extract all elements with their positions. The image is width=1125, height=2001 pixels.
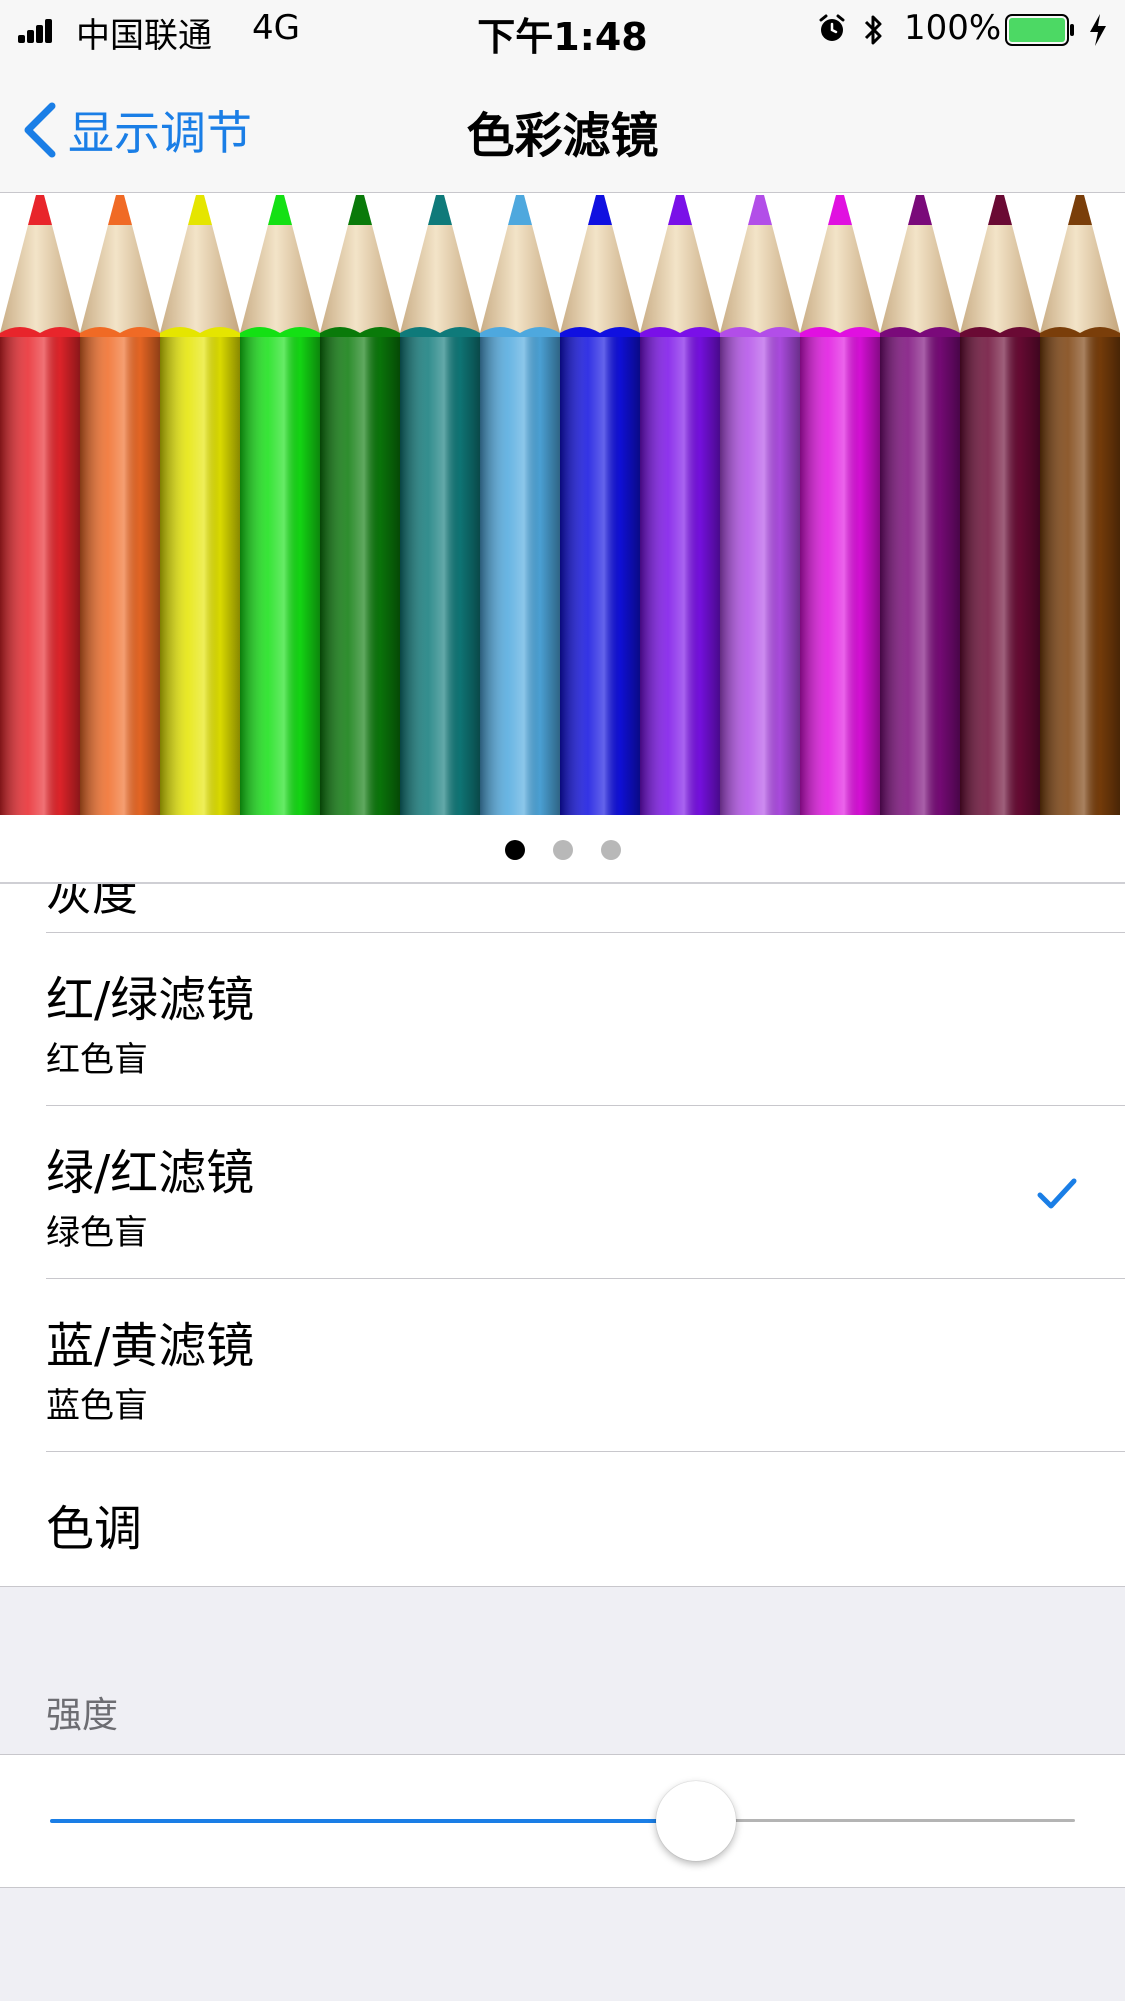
pencil — [560, 195, 640, 815]
status-bar: 中国联通 4G 下午1:48 100% — [0, 0, 1125, 60]
separator — [46, 932, 1125, 933]
pencil — [400, 195, 480, 815]
charging-bolt-icon — [1090, 14, 1106, 46]
pencil — [160, 195, 240, 815]
page-title: 色彩滤镜 — [466, 108, 659, 164]
color-pencils-image — [0, 195, 1120, 815]
list-item-title: 色调 — [46, 1501, 143, 1557]
pencil — [480, 195, 560, 815]
pencil — [720, 195, 800, 815]
intensity-slider-cell — [0, 1754, 1125, 1888]
page-dot[interactable] — [552, 840, 573, 860]
page-dot[interactable] — [504, 840, 525, 860]
list-item-color-tint[interactable]: 色调 — [0, 1451, 1125, 1586]
pencil — [1040, 195, 1120, 815]
checkmark-icon — [1037, 1178, 1077, 1209]
section-header-intensity: 强度 — [46, 1695, 119, 1736]
page-control[interactable] — [0, 815, 1125, 884]
navigation-bar: 显示调节 色彩滤镜 — [0, 60, 1125, 193]
list-item-subtitle: 蓝色盲 — [46, 1386, 148, 1426]
alarm-icon — [819, 14, 845, 41]
pencil — [880, 195, 960, 815]
list-item-tritanopia[interactable]: 蓝/黄滤镜 蓝色盲 — [0, 1278, 1125, 1451]
battery-percentage: 100% — [904, 8, 1002, 48]
intensity-slider-thumb[interactable] — [655, 1781, 736, 1861]
pencil — [0, 195, 80, 815]
battery-icon — [1005, 14, 1074, 46]
separator — [46, 1278, 1125, 1279]
color-pencils-preview[interactable] — [0, 193, 1125, 815]
list-item-title: 红/绿滤镜 — [46, 972, 255, 1028]
bluetooth-icon — [864, 15, 882, 45]
pencil — [640, 195, 720, 815]
list-item-subtitle: 绿色盲 — [46, 1213, 148, 1253]
pencil — [320, 195, 400, 815]
page-dot[interactable] — [600, 840, 621, 860]
pencil — [800, 195, 880, 815]
list-item-title: 绿/红滤镜 — [46, 1145, 255, 1201]
separator — [46, 1105, 1125, 1106]
list-item-grayscale-partial[interactable]: 灰度 — [46, 884, 138, 924]
pencil — [240, 195, 320, 815]
pencil — [960, 195, 1040, 815]
slider-track-filled[interactable] — [50, 1819, 696, 1823]
list-item-subtitle: 红色盲 — [46, 1040, 148, 1080]
pencil — [80, 195, 160, 815]
filter-list: 灰度 红/绿滤镜 红色盲 绿/红滤镜 绿色盲 蓝/黄滤镜 蓝色盲 色调 — [0, 884, 1125, 1587]
list-item-protanopia[interactable]: 红/绿滤镜 红色盲 — [0, 932, 1125, 1105]
slider-track-empty[interactable] — [695, 1819, 1075, 1822]
separator — [46, 1451, 1125, 1452]
list-item-deuteranopia[interactable]: 绿/红滤镜 绿色盲 — [0, 1105, 1125, 1278]
list-item-title: 蓝/黄滤镜 — [46, 1318, 255, 1374]
